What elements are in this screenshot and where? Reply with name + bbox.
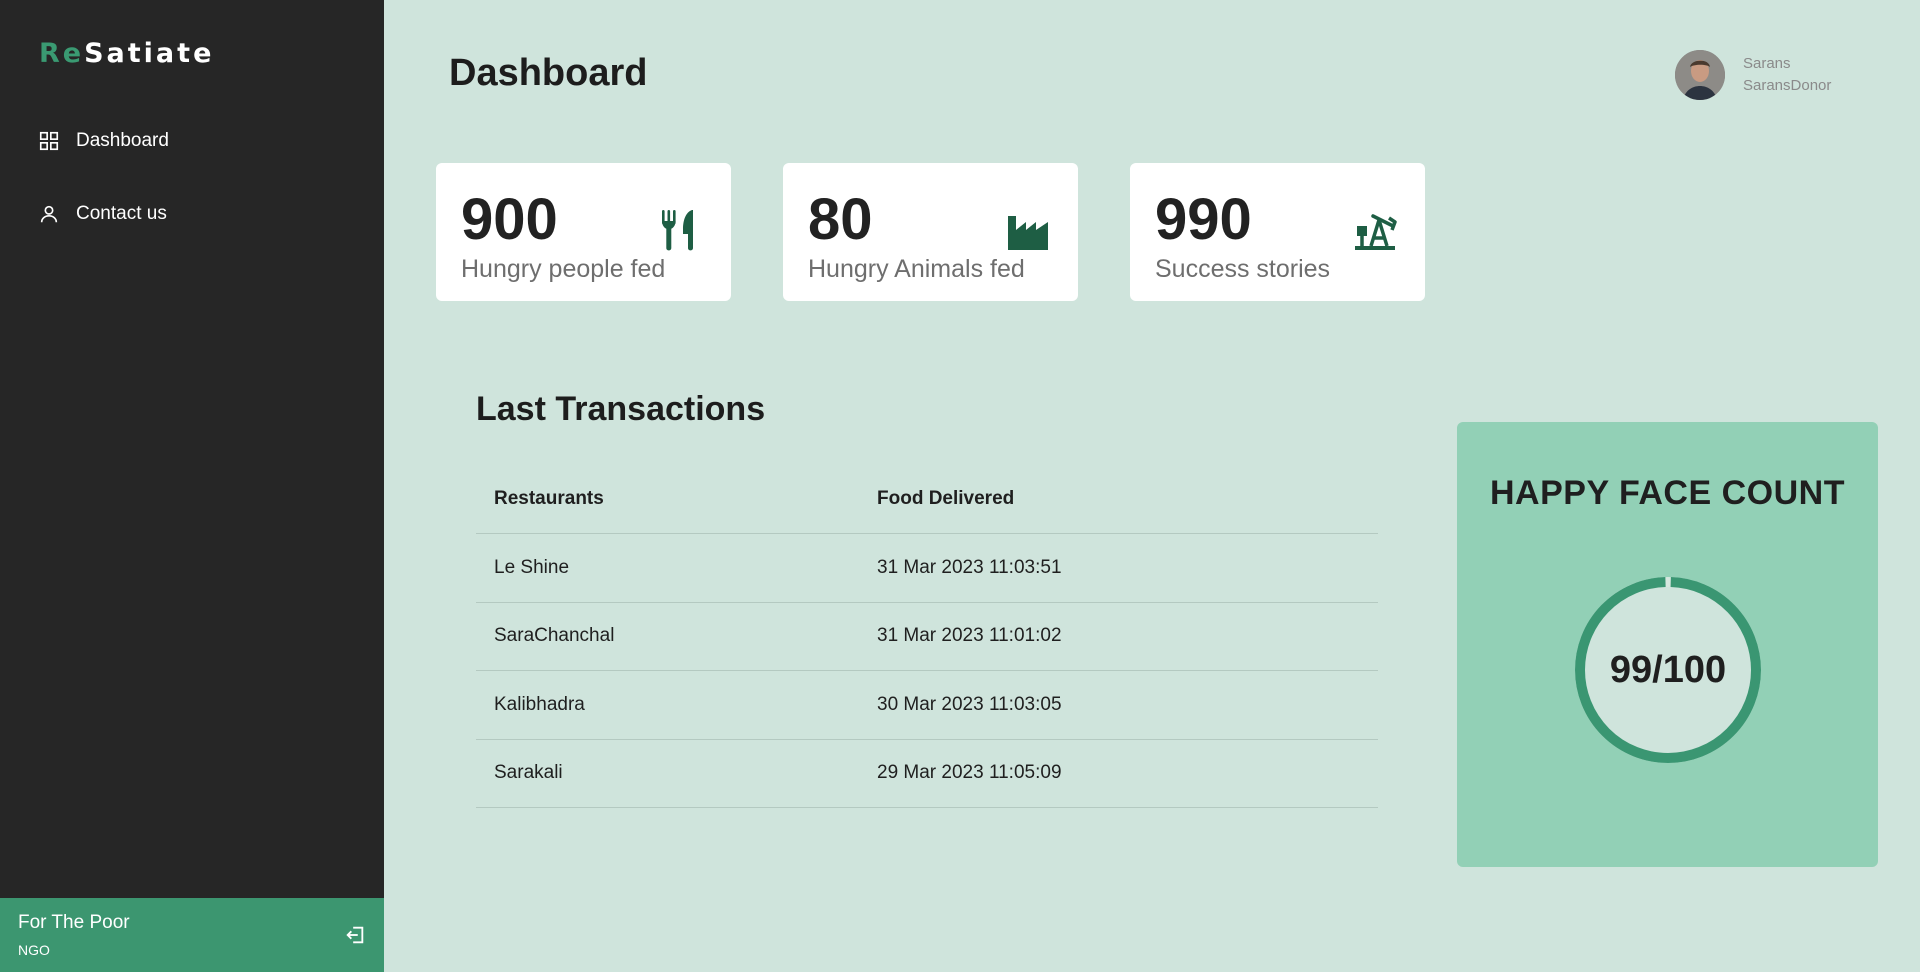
transactions-table: Restaurants Food Delivered Le Shine 31 M… — [476, 465, 1378, 808]
user-icon — [40, 205, 58, 223]
avatar[interactable] — [1675, 50, 1725, 100]
avatar-image — [1675, 50, 1725, 100]
page-title: Dashboard — [449, 52, 648, 94]
table-row: Le Shine 31 Mar 2023 11:03:51 — [476, 533, 1378, 603]
user-profile[interactable]: Sarans SaransDonor — [1675, 50, 1831, 100]
happy-face-title: HAPPY FACE COUNT — [1490, 474, 1845, 512]
stat-label: Success stories — [1155, 255, 1331, 283]
brand-logo[interactable]: ReSatiate — [39, 38, 214, 69]
restaurant-cell: Kalibhadra — [476, 670, 859, 740]
happy-face-panel: HAPPY FACE COUNT 99/100 — [1457, 422, 1878, 867]
user-name: Sarans — [1743, 55, 1791, 72]
stat-value: 990 — [1155, 187, 1252, 252]
happy-face-value: 99/100 — [1609, 648, 1727, 691]
sidebar-item-contact[interactable]: Contact us — [38, 203, 167, 225]
user-role: SaransDonor — [1743, 77, 1832, 94]
stat-value: 900 — [461, 187, 558, 252]
transactions-title: Last Transactions — [476, 390, 766, 428]
brand-prefix: Re — [39, 38, 85, 69]
happy-face-gauge: 99/100 — [1572, 574, 1764, 766]
industry-icon — [1008, 216, 1048, 250]
delivered-cell: 31 Mar 2023 11:01:02 — [859, 602, 1378, 671]
stat-card-stories: 990 Success stories — [1130, 163, 1425, 301]
sidebar-item-label: Contact us — [76, 203, 167, 224]
delivered-cell: 31 Mar 2023 11:03:51 — [859, 533, 1378, 603]
org-footer: For The Poor NGO — [0, 898, 384, 972]
org-name: For The Poor — [18, 912, 130, 933]
table-header-row: Restaurants Food Delivered — [476, 465, 1378, 534]
column-header-restaurants: Restaurants — [476, 465, 859, 534]
stat-value: 80 — [808, 187, 873, 252]
stat-card-people: 900 Hungry people fed — [436, 163, 731, 301]
restaurant-cell: Le Shine — [476, 533, 859, 603]
brand-rest: Satiate — [84, 38, 215, 69]
delivered-cell: 29 Mar 2023 11:05:09 — [859, 739, 1378, 808]
stat-card-animals: 80 Hungry Animals fed — [783, 163, 1078, 301]
table-row: Kalibhadra 30 Mar 2023 11:03:05 — [476, 670, 1378, 740]
restaurant-cell: Sarakali — [476, 739, 859, 808]
table-row: Sarakali 29 Mar 2023 11:05:09 — [476, 739, 1378, 808]
logout-icon[interactable] — [344, 924, 366, 946]
sidebar-item-label: Dashboard — [76, 130, 169, 151]
delivered-cell: 30 Mar 2023 11:03:05 — [859, 670, 1378, 740]
oil-pump-icon — [1355, 214, 1397, 250]
sidebar: ReSatiate Dashboard Contact us For The P… — [0, 0, 384, 972]
org-type: NGO — [18, 942, 50, 958]
stat-label: Hungry people fed — [461, 255, 666, 283]
stat-label: Hungry Animals fed — [808, 255, 1025, 283]
sidebar-item-dashboard[interactable]: Dashboard — [38, 130, 169, 152]
table-row: SaraChanchal 31 Mar 2023 11:01:02 — [476, 602, 1378, 671]
column-header-food-delivered: Food Delivered — [859, 465, 1378, 534]
utensils-icon — [662, 210, 693, 251]
restaurant-cell: SaraChanchal — [476, 602, 859, 671]
grid-icon — [39, 131, 59, 151]
